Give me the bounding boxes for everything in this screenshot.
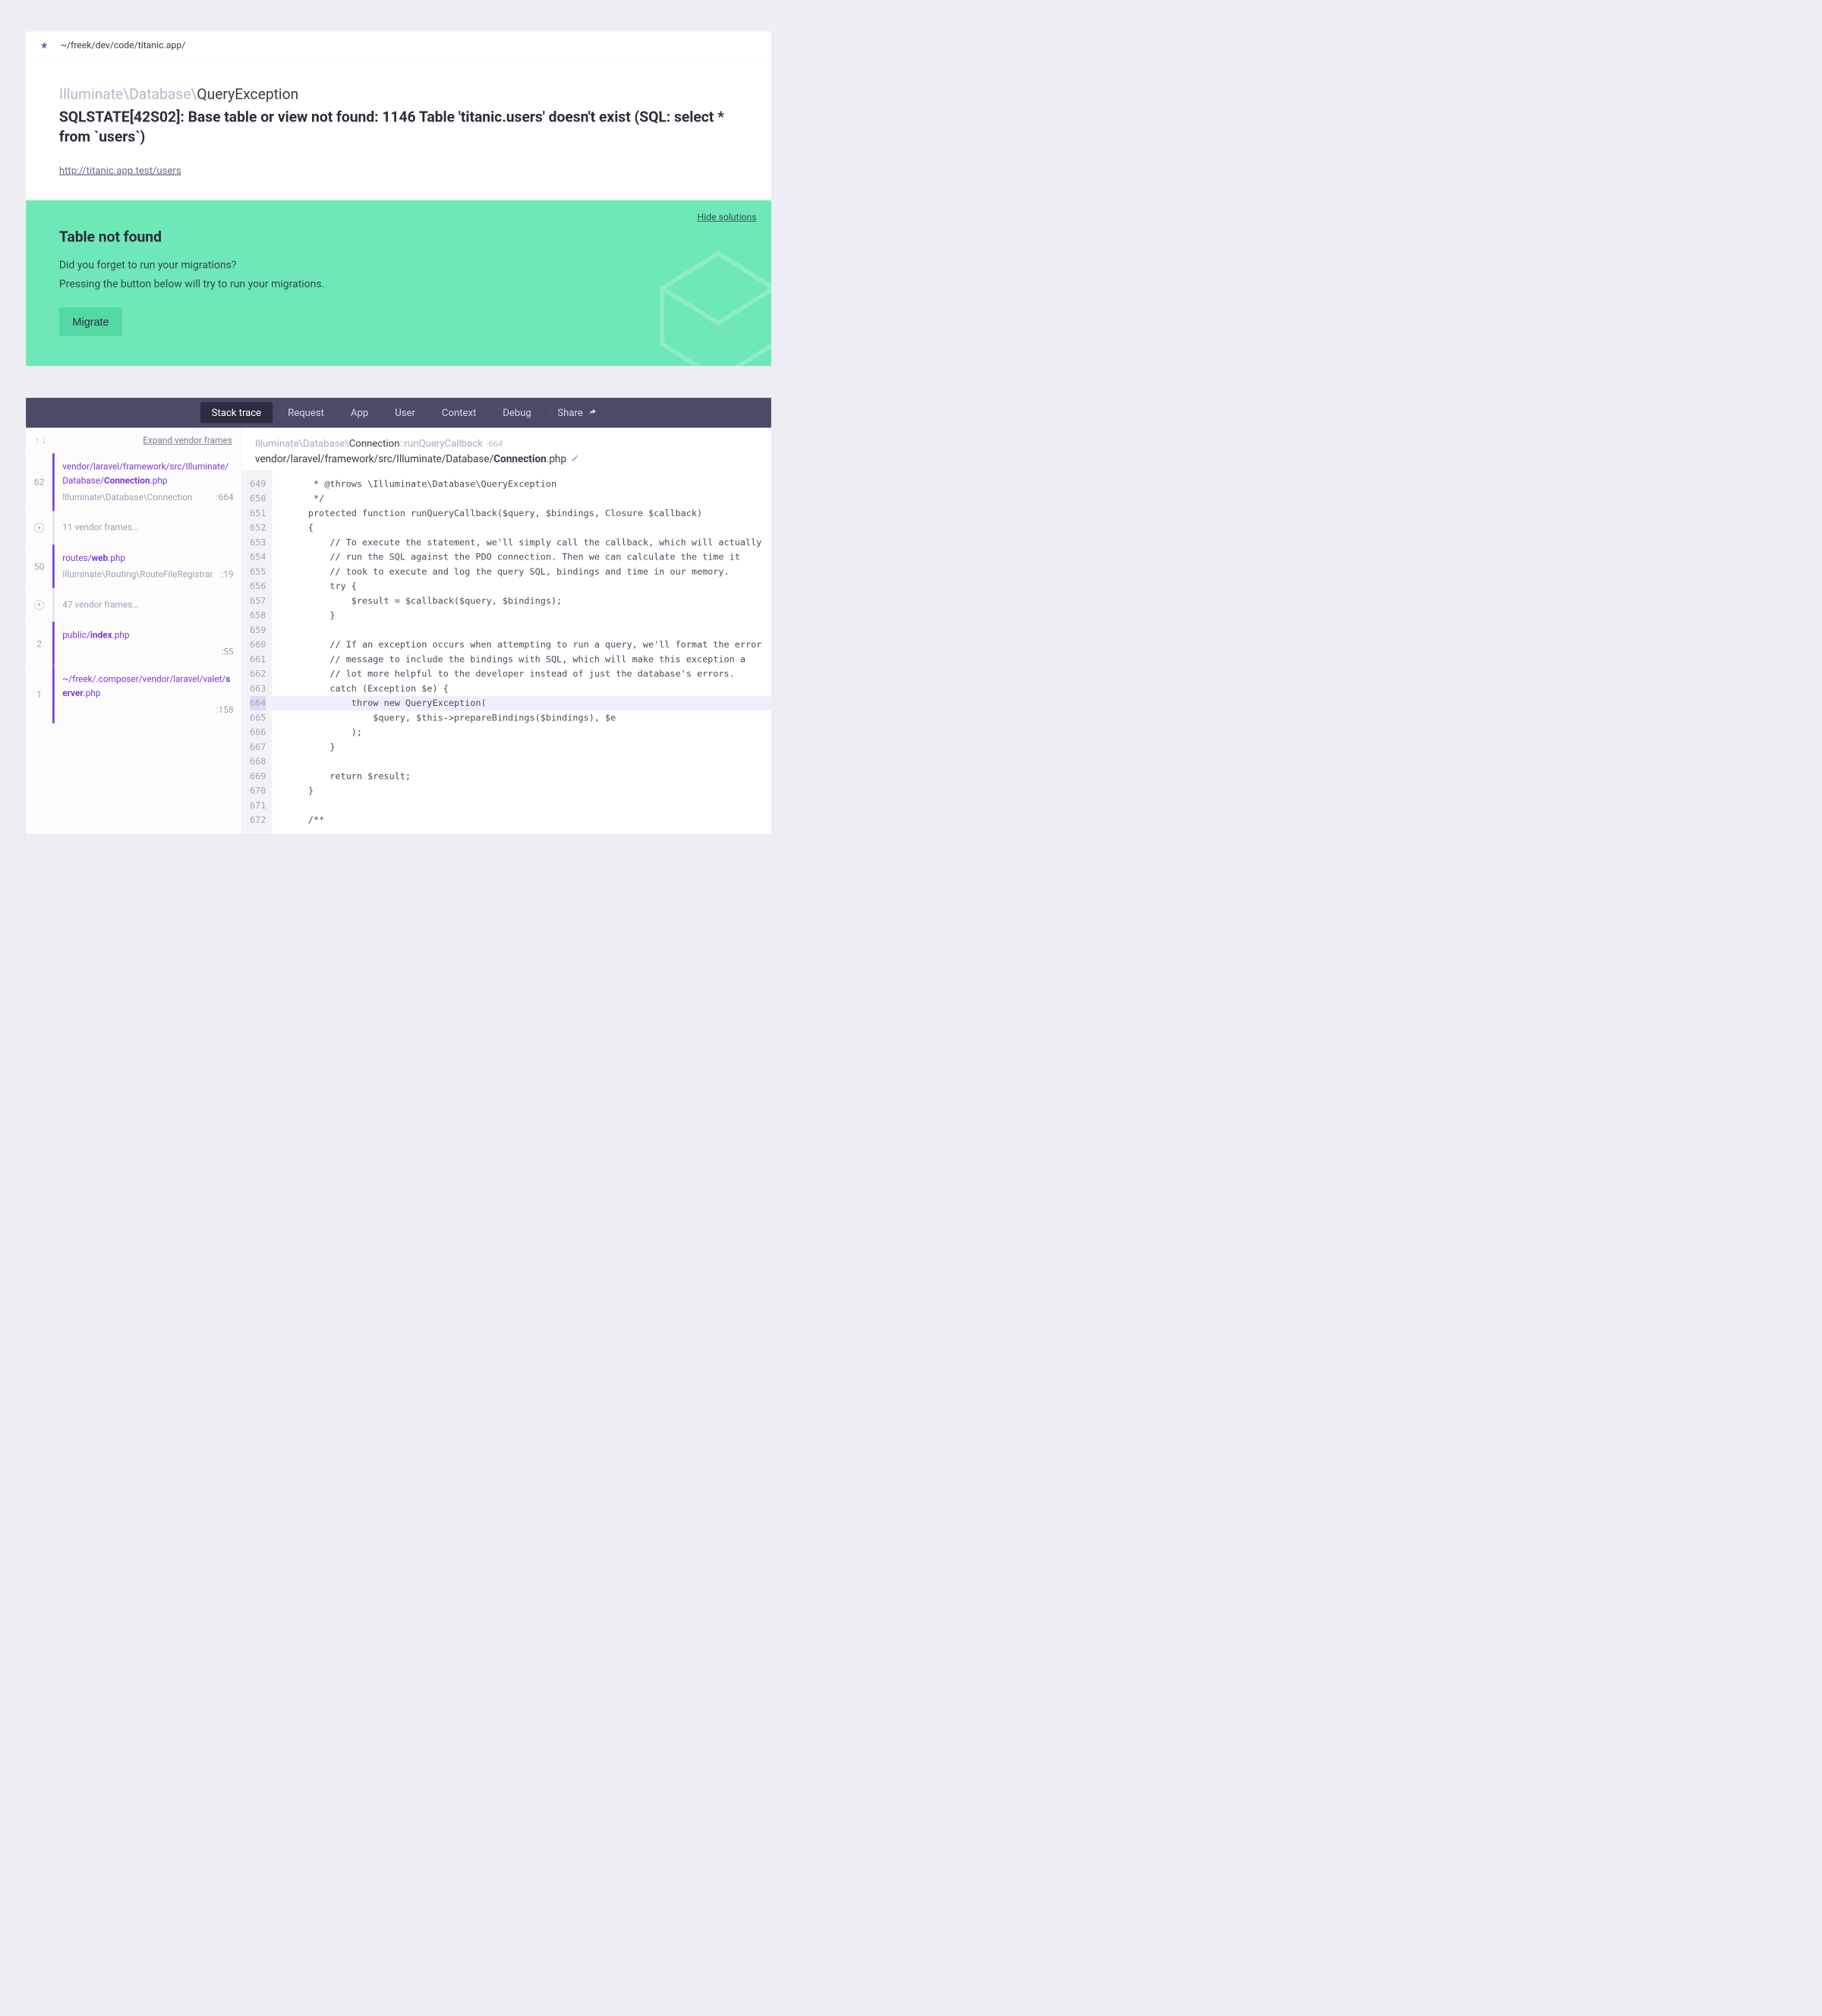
project-path: ~/freek/dev/code/titanic.app/ [61,39,186,50]
frame-body: public/index.php :55 [55,622,241,666]
frame-meta: Illuminate\Database\Connection:664 [62,490,233,504]
share-button[interactable]: Share [557,407,597,418]
stack-frame[interactable]: 62 vendor/laravel/framework/src/Illuminat… [26,453,241,511]
exception-block: Illuminate\Database\QueryException SQLST… [26,58,771,200]
arrow-down-icon: ↓ [42,435,46,446]
nav-tab-app[interactable]: App [339,402,380,424]
stack-frame[interactable]: +47 vendor frames… [26,588,241,622]
hide-solutions-link[interactable]: Hide solutions [697,212,756,222]
stack-frame[interactable]: 1 ~/freek/.composer/vendor/laravel/valet/… [26,666,241,723]
nav-tab-context[interactable]: Context [430,402,487,424]
stack-panel: ↑↓ Expand vendor frames 62 vendor/laravel… [26,427,771,834]
share-icon [588,407,597,418]
source-code: * @throws \Illuminate\Database\QueryExce… [272,470,771,834]
line-gutter: 6496506516526536546556566576586596606616… [242,470,273,834]
nav-tab-request[interactable]: Request [276,402,336,424]
exception-card: ~/freek/dev/code/titanic.app/ Illuminate… [26,32,771,200]
stack-frame[interactable]: +11 vendor frames… [26,511,241,544]
nav-tab-user[interactable]: User [383,402,426,424]
frame-meta: :55 [62,645,233,659]
frame-body: ~/freek/.composer/vendor/laravel/valet/s… [55,666,241,723]
frame-meta: :158 [62,703,233,717]
frame-number: 50 [26,544,52,588]
code-area: Illuminate\Database\Connection::runQuery… [242,427,771,834]
migrate-button[interactable]: Migrate [59,307,122,336]
expand-vendor-link[interactable]: Expand vendor frames [143,435,232,446]
exception-class: Illuminate\Database\QueryException [59,85,738,102]
frame-number: 1 [26,666,52,723]
frame-path: ~/freek/.composer/vendor/laravel/valet/s… [62,673,233,701]
edit-icon[interactable] [571,452,579,465]
exception-url[interactable]: http://titanic.app.test/users [59,165,181,176]
solution-title: Table not found [59,228,738,245]
frame-body: vendor/laravel/framework/src/Illuminate/… [55,453,241,511]
nav-tab-stack-trace[interactable]: Stack trace [200,402,273,424]
nav-tab-debug[interactable]: Debug [491,402,542,424]
frame-body: 47 vendor frames… [55,588,241,621]
frame-path: vendor/laravel/framework/src/Illuminate/… [62,460,233,488]
header-line-number: :664 [487,439,503,449]
stack-frame[interactable]: 2 public/index.php :55 [26,622,241,666]
stack-frame[interactable]: 50 routes/web.php Illuminate\Routing\Route… [26,544,241,588]
arrow-up-icon: ↑ [35,435,39,446]
expand-frames-icon[interactable]: + [34,523,44,533]
frame-number: + [26,512,52,544]
code-header: Illuminate\Database\Connection::runQuery… [242,427,771,470]
frame-number: 62 [26,453,52,511]
app-logo-icon [40,41,49,49]
code-body: 6496506516526536546556566576586596606616… [242,470,771,834]
topbar: ~/freek/dev/code/titanic.app/ [26,32,771,59]
frame-body: routes/web.php Illuminate\Routing\RouteFi… [55,544,241,588]
frame-meta: Illuminate\Routing\RouteFileRegistrar:19 [62,568,233,581]
exception-message: SQLSTATE[42S02]: Base table or view not … [59,107,738,146]
nav-tabs-bar: Stack traceRequestAppUserContextDebug Sh… [26,398,771,427]
frame-number: + [26,588,52,621]
solution-text-1: Did you forget to run your migrations? [59,257,738,273]
expand-frames-icon[interactable]: + [34,600,44,610]
frame-path: public/index.php [62,628,233,642]
frame-body: 11 vendor frames… [55,512,241,544]
stack-sidebar: ↑↓ Expand vendor frames 62 vendor/laravel… [26,427,241,834]
frame-nav-arrows[interactable]: ↑↓ [35,435,46,446]
frame-path: routes/web.php [62,551,233,565]
solution-panel: Hide solutions Table not found Did you f… [26,200,771,366]
frame-number: 2 [26,622,52,666]
solution-text-2: Pressing the button below will try to ru… [59,276,738,292]
